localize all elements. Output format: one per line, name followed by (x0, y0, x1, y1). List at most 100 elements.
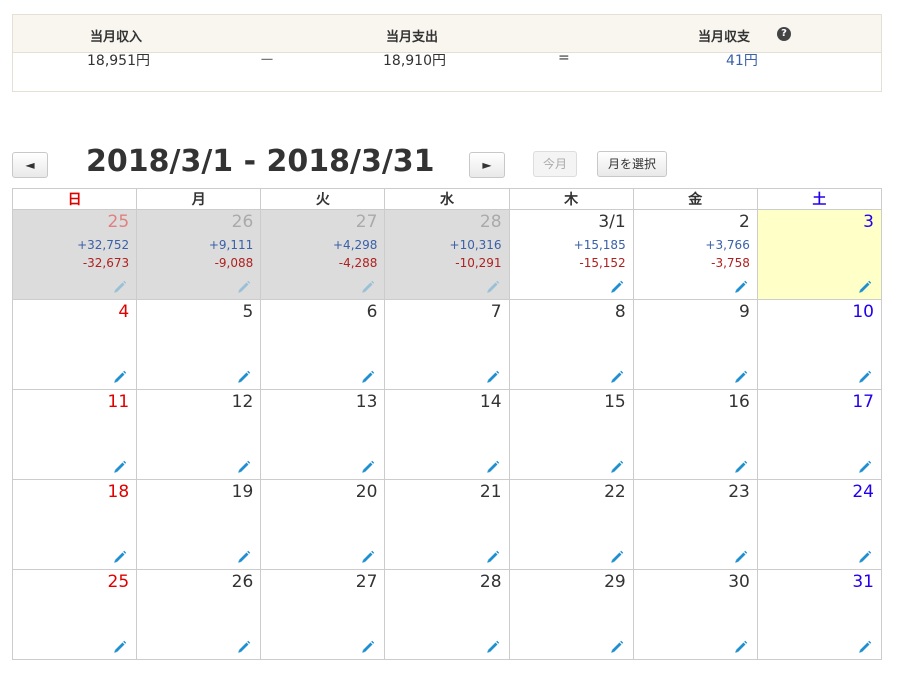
pencil-icon[interactable] (237, 550, 251, 564)
weekday-header-row: 日月火水木金土 (11, 188, 883, 210)
day-cell[interactable]: 7 (384, 299, 510, 390)
day-cell[interactable]: 23 (632, 479, 758, 570)
pencil-icon[interactable] (858, 460, 872, 474)
day-cell[interactable]: 8 (508, 299, 634, 390)
day-number: 27 (355, 572, 378, 592)
pencil-icon[interactable] (610, 550, 624, 564)
day-number: 25 (107, 212, 130, 232)
day-cell[interactable]: 18 (11, 479, 138, 570)
pencil-icon[interactable] (734, 550, 748, 564)
prev-month-button[interactable]: ◄ (12, 152, 48, 178)
pencil-icon[interactable] (237, 370, 251, 384)
day-cell[interactable]: 5 (136, 299, 262, 390)
day-cell[interactable]: 3/1 +15,185 -15,152 (508, 209, 634, 300)
day-number: 15 (604, 392, 626, 412)
day-cell[interactable]: 3 (756, 209, 883, 300)
day-income: +4,298 (333, 238, 378, 252)
pencil-icon[interactable] (113, 460, 127, 474)
day-cell[interactable]: 21 (384, 479, 510, 570)
day-cell[interactable]: 19 (136, 479, 262, 570)
day-cell[interactable]: 29 (508, 569, 634, 660)
day-cell[interactable]: 28 (384, 569, 510, 660)
day-cell[interactable]: 27 +4,298 -4,288 (260, 209, 386, 300)
day-cell[interactable]: 15 (508, 389, 634, 480)
help-icon[interactable]: ? (777, 27, 791, 41)
day-number: 21 (479, 482, 502, 502)
pencil-icon[interactable] (361, 280, 375, 294)
pencil-icon[interactable] (734, 640, 748, 654)
pencil-icon[interactable] (237, 640, 251, 654)
day-cell[interactable]: 25 +32,752 -32,673 (11, 209, 138, 300)
day-cell[interactable]: 24 (756, 479, 883, 570)
day-cell[interactable]: 27 (260, 569, 386, 660)
day-cell[interactable]: 16 (632, 389, 758, 480)
pencil-icon[interactable] (361, 550, 375, 564)
day-cell[interactable]: 13 (260, 389, 386, 480)
pencil-icon[interactable] (113, 550, 127, 564)
pencil-icon[interactable] (610, 460, 624, 474)
pencil-icon[interactable] (610, 640, 624, 654)
pencil-icon[interactable] (113, 370, 127, 384)
pencil-icon[interactable] (361, 460, 375, 474)
pencil-icon[interactable] (858, 550, 872, 564)
day-cell[interactable]: 31 (756, 569, 883, 660)
calendar-week-row: 18 19 20 21 22 23 24 (11, 479, 883, 570)
calendar-week-row: 11 12 13 14 15 16 17 (11, 389, 883, 480)
pencil-icon[interactable] (734, 460, 748, 474)
day-cell[interactable]: 12 (136, 389, 262, 480)
day-number: 16 (728, 392, 750, 412)
day-income: +32,752 (77, 238, 130, 252)
next-month-button[interactable]: ► (469, 152, 505, 178)
pencil-icon[interactable] (486, 280, 500, 294)
day-expense: -32,673 (82, 256, 130, 270)
day-number: 12 (231, 392, 254, 412)
date-range-title: 2018/3/1 - 2018/3/31 (86, 144, 435, 179)
day-cell[interactable]: 11 (11, 389, 138, 480)
day-cell[interactable]: 6 (260, 299, 386, 390)
pencil-icon[interactable] (361, 640, 375, 654)
weekday-header-tuesday: 火 (260, 188, 386, 210)
day-cell[interactable]: 20 (260, 479, 386, 570)
current-month-button[interactable]: 今月 (533, 151, 577, 177)
pencil-icon[interactable] (486, 640, 500, 654)
day-cell[interactable]: 25 (11, 569, 138, 660)
pencil-icon[interactable] (113, 280, 127, 294)
day-cell[interactable]: 22 (508, 479, 634, 570)
balance-value: 41円 (726, 53, 758, 69)
day-cell[interactable]: 10 (756, 299, 883, 390)
calendar-week-row: 25 +32,752 -32,673 26 +9,111 -9,088 27 +4,298 -4… (11, 209, 883, 300)
pencil-icon[interactable] (858, 370, 872, 384)
pencil-icon[interactable] (610, 370, 624, 384)
day-number: 24 (852, 482, 874, 502)
day-number: 31 (852, 572, 874, 592)
pencil-icon[interactable] (610, 280, 624, 294)
day-cell[interactable]: 9 (632, 299, 758, 390)
pencil-icon[interactable] (734, 370, 748, 384)
day-cell[interactable]: 17 (756, 389, 883, 480)
pencil-icon[interactable] (237, 280, 251, 294)
day-number: 4 (118, 302, 130, 322)
day-number: 28 (479, 212, 502, 232)
day-cell[interactable]: 26 (136, 569, 262, 660)
pencil-icon[interactable] (486, 460, 500, 474)
pencil-icon[interactable] (486, 550, 500, 564)
pencil-icon[interactable] (486, 370, 500, 384)
pencil-icon[interactable] (113, 640, 127, 654)
select-month-button[interactable]: 月を選択 (597, 151, 667, 177)
pencil-icon[interactable] (858, 280, 872, 294)
day-number: 9 (739, 302, 750, 322)
pencil-icon[interactable] (361, 370, 375, 384)
day-cell[interactable]: 2 +3,766 -3,758 (632, 209, 758, 300)
day-cell[interactable]: 14 (384, 389, 510, 480)
day-cell[interactable]: 28 +10,316 -10,291 (384, 209, 510, 300)
day-income: +9,111 (208, 238, 254, 252)
day-cell[interactable]: 26 +9,111 -9,088 (136, 209, 262, 300)
day-cell[interactable]: 4 (11, 299, 138, 390)
pencil-icon[interactable] (237, 460, 251, 474)
pencil-icon[interactable] (734, 280, 748, 294)
expense-value: 18,910円 (383, 53, 446, 69)
day-number: 11 (107, 392, 130, 412)
pencil-icon[interactable] (858, 640, 872, 654)
day-income: +15,185 (573, 238, 626, 252)
day-cell[interactable]: 30 (632, 569, 758, 660)
